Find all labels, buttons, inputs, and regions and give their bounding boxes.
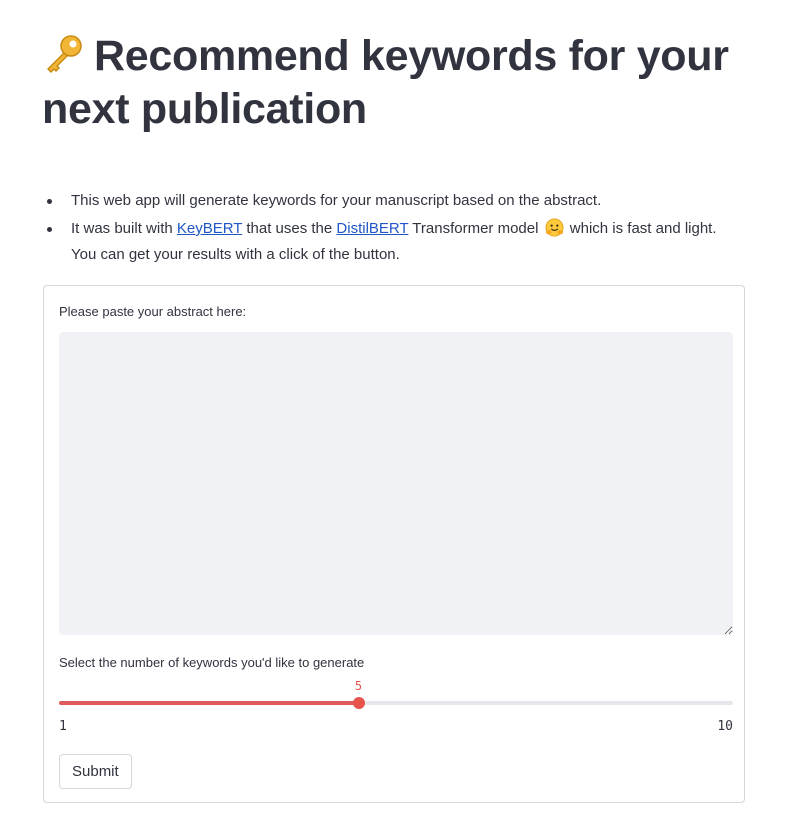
slider-value: 5 <box>354 679 363 693</box>
intro-text-2b: that uses the <box>242 220 337 237</box>
keybert-link[interactable]: KeyBERT <box>177 220 242 237</box>
list-item: It was built with KeyBERT that uses the … <box>44 216 744 268</box>
slider-label: Select the number of keywords you'd like… <box>59 655 365 670</box>
key-icon <box>42 32 86 76</box>
keyword-count-slider[interactable]: 5 1 10 <box>59 671 733 734</box>
slider-max-label: 10 <box>717 719 733 734</box>
intro-list: This web app will generate keywords for … <box>44 188 744 270</box>
slider-fill <box>59 701 359 705</box>
page: Recommend keywords for your next publica… <box>0 0 794 835</box>
distilbert-link[interactable]: DistilBERT <box>336 220 408 237</box>
slider-thumb[interactable] <box>352 697 365 709</box>
intro-text-2c: Transformer model <box>408 220 543 237</box>
bullet <box>47 227 52 232</box>
slider-track[interactable] <box>59 701 733 705</box>
submit-button[interactable]: Submit <box>59 754 132 789</box>
hugging-face-icon <box>545 218 564 237</box>
abstract-label: Please paste your abstract here: <box>59 304 247 319</box>
page-title-text: Recommend keywords for your next publica… <box>42 32 729 133</box>
intro-text-2a: It was built with <box>71 220 177 237</box>
abstract-input[interactable] <box>59 332 733 635</box>
slider-min-label: 1 <box>59 719 67 734</box>
intro-text-1: This web app will generate keywords for … <box>71 192 602 209</box>
bullet <box>47 199 52 204</box>
page-title: Recommend keywords for your next publica… <box>42 30 752 136</box>
list-item: This web app will generate keywords for … <box>44 188 744 214</box>
keyword-form: Please paste your abstract here: Select … <box>43 285 745 803</box>
